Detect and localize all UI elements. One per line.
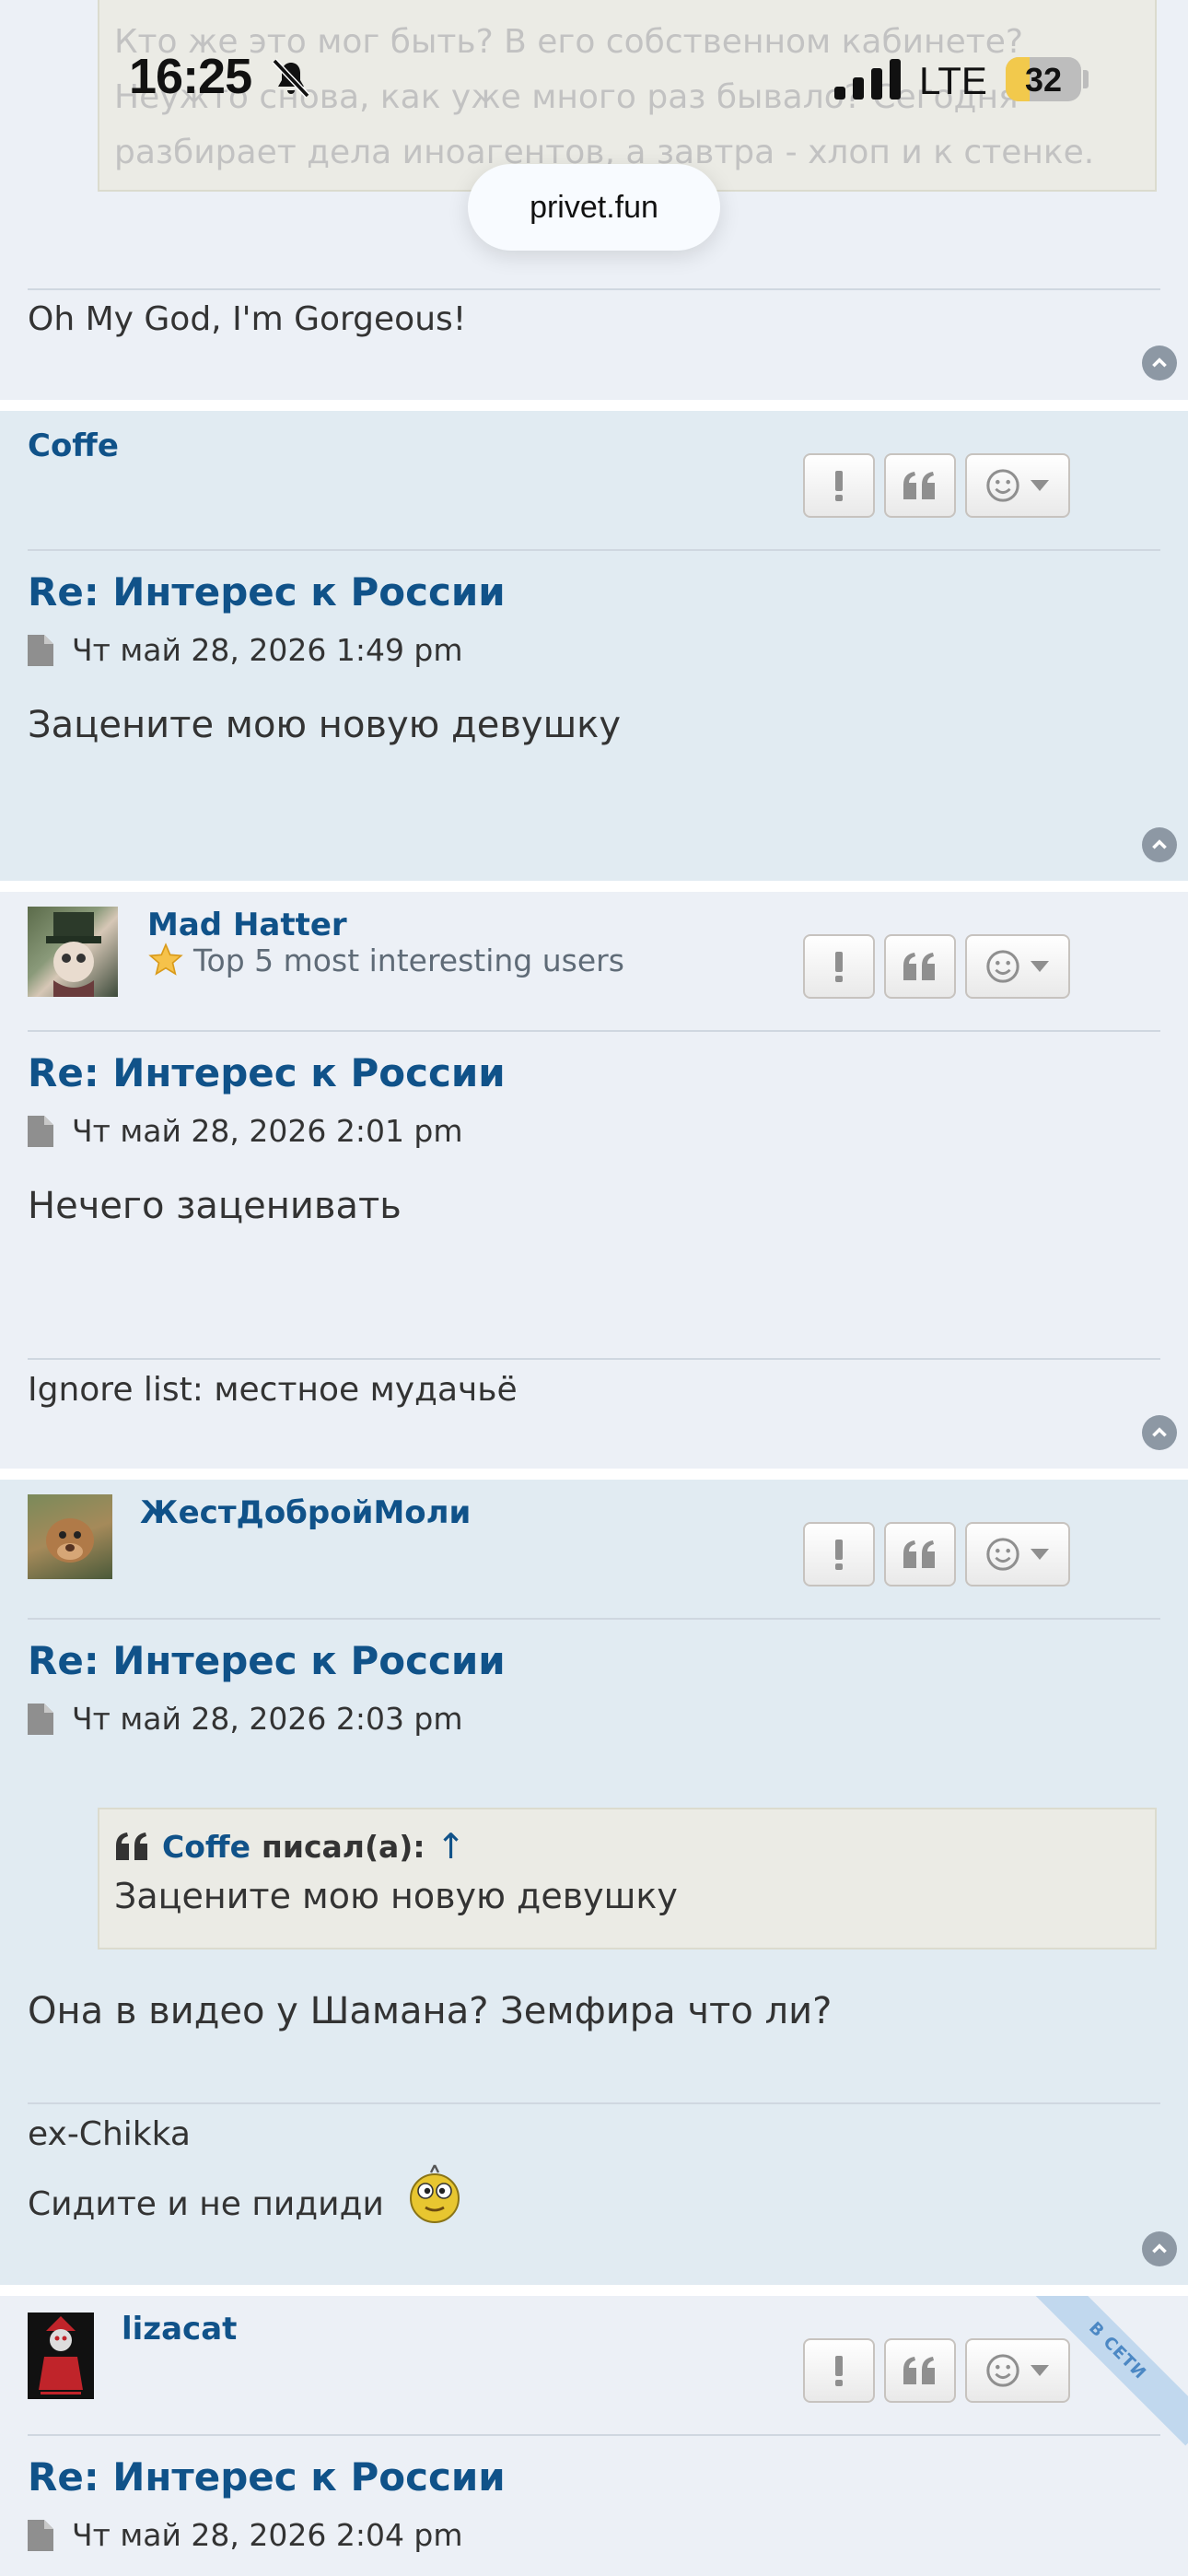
avatar[interactable] [28,907,118,997]
quote-icon [903,953,935,980]
post-content: Она в видео у Шамана? Земфира что ли? [28,1990,833,2032]
report-button[interactable] [803,453,875,518]
exclamation-icon [835,471,843,501]
caret-down-icon [1031,2365,1049,2376]
post-buttons [803,1522,1070,1587]
post: В СЕТИ lizacat Re: Интерес к России Чт м… [0,2296,1188,2576]
reaction-button[interactable] [965,1522,1070,1587]
url-bar[interactable]: privet.fun [468,164,720,251]
quote-icon [903,1540,935,1568]
chevron-up-icon [1152,357,1167,368]
chevron-up-icon [1152,1427,1167,1437]
post: Mad Hatter Top 5 most interesting users … [0,892,1188,1469]
avatar-image [46,912,101,997]
signature-line-2: Сидите и не пидиди [28,2185,384,2223]
reaction-button[interactable] [965,934,1070,999]
post-buttons [803,453,1070,518]
post-content: Нечего заценивать [28,1185,402,1227]
quote-icon [903,2357,935,2384]
quote-button[interactable] [884,934,956,999]
post-date: Чт май 28, 2026 2:04 pm [28,2517,463,2553]
quote-button[interactable] [884,453,956,518]
signature-line-1: ex-Chikka [28,2115,191,2153]
signature-divider [28,288,1160,290]
post-author[interactable]: lizacat [122,2311,237,2348]
post-date: Чт май 28, 2026 1:49 pm [28,632,463,668]
signature: Ignore list: местное мудачьё [28,1371,518,1409]
post-date-text: Чт май 28, 2026 1:49 pm [72,632,463,668]
post-date: Чт май 28, 2026 2:03 pm [28,1701,463,1737]
quote-button[interactable] [884,1522,956,1587]
smiley-icon [986,469,1019,502]
post-buttons [803,2338,1070,2403]
caret-down-icon [1031,961,1049,972]
quote-block: Кто же это мог быть? В его собственном к… [98,0,1157,192]
post-date-text: Чт май 28, 2026 2:01 pm [72,1113,463,1149]
signature-divider [28,2102,1160,2104]
quote-button[interactable] [884,2338,956,2403]
quote-source-link[interactable]: ↑ [437,1826,466,1867]
exclamation-icon [835,2356,843,2386]
post-date: Чт май 28, 2026 2:01 pm [28,1113,463,1149]
post-date-text: Чт май 28, 2026 2:04 pm [72,2517,463,2553]
report-button[interactable] [803,934,875,999]
smiley-icon [986,2354,1019,2387]
post-divider [28,1618,1160,1620]
report-button[interactable] [803,1522,875,1587]
back-to-top-button[interactable] [1142,827,1177,862]
avatar[interactable] [28,2313,94,2399]
exclamation-icon [835,952,843,982]
post-title[interactable]: Re: Интерес к России [28,2454,506,2500]
user-rank-text: Top 5 most interesting users [193,942,624,978]
quote-icon [903,472,935,499]
post: ЖестДобройМоли Re: Интерес к России Чт м… [0,1480,1188,2285]
smiley-emoji-icon [410,2164,460,2223]
document-icon[interactable] [28,2519,53,2551]
signature-line-2-text: Сидите и не пидиди [28,2185,384,2223]
reaction-button[interactable] [965,2338,1070,2403]
post-content: Зацените мою новую девушку [28,704,622,746]
quote-author[interactable]: Coffe [162,1829,250,1865]
user-rank: Top 5 most interesting users [147,942,624,978]
back-to-top-button[interactable] [1142,1415,1177,1450]
back-to-top-button[interactable] [1142,2231,1177,2266]
post-title[interactable]: Re: Интерес к России [28,1050,506,1095]
document-icon[interactable] [28,1115,53,1147]
post: Coffe Re: Интерес к России Чт май 28, 20… [0,411,1188,881]
exclamation-icon [835,1540,843,1570]
document-icon[interactable] [28,634,53,666]
post-author[interactable]: ЖестДобройМоли [140,1494,471,1531]
chevron-up-icon [1152,2243,1167,2254]
reaction-button[interactable] [965,453,1070,518]
star-icon [148,943,183,976]
document-icon[interactable] [28,1703,53,1735]
post-author[interactable]: Mad Hatter [147,907,347,943]
quote-text: Зацените мою новую девушку [114,1876,678,1916]
caret-down-icon [1031,1549,1049,1560]
caret-down-icon [1031,480,1049,491]
post-buttons [803,934,1070,999]
chevron-up-icon [1152,839,1167,849]
report-button[interactable] [803,2338,875,2403]
quote-block: Coffe писал(а): ↑ Зацените мою новую дев… [98,1808,1157,1950]
avatar-image [39,2316,83,2395]
avatar-image [46,1518,94,1563]
avatar[interactable] [28,1494,112,1579]
quote-wrote: писал(а): [262,1828,425,1865]
signature-divider [28,1358,1160,1360]
post-divider [28,2434,1160,2436]
post-date-text: Чт май 28, 2026 2:03 pm [72,1701,463,1737]
smiley-icon [986,950,1019,983]
post-author[interactable]: Coffe [28,427,119,464]
back-to-top-button[interactable] [1142,345,1177,381]
post-title[interactable]: Re: Интерес к России [28,1638,506,1683]
post-divider [28,549,1160,551]
smiley-icon [986,1538,1019,1571]
quote-icon [116,1832,147,1860]
quote-header: Coffe писал(а): ↑ [114,1826,1140,1867]
post-divider [28,1030,1160,1032]
signature: Oh My God, I'm Gorgeous! [28,300,467,338]
post-title[interactable]: Re: Интерес к России [28,569,506,615]
